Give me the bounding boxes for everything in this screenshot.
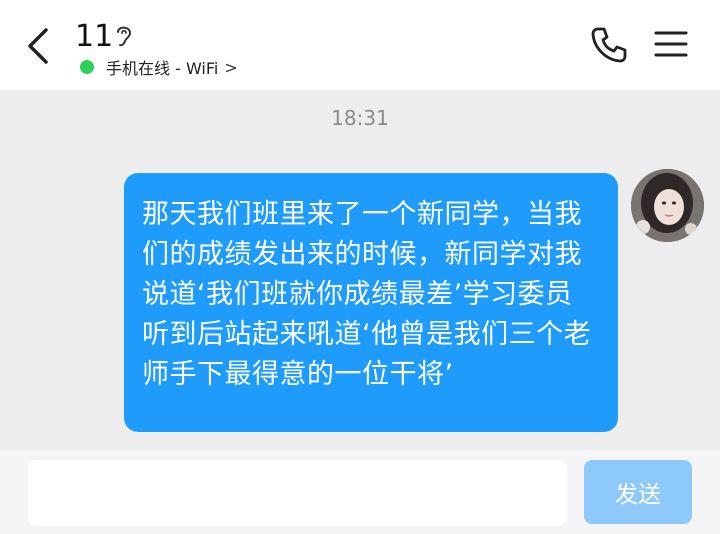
composer-bar: 发送 xyxy=(0,450,720,534)
status-chevron-icon: > xyxy=(224,57,238,77)
message-input[interactable] xyxy=(28,460,567,526)
phone-icon[interactable] xyxy=(588,24,630,66)
online-status-text: 手机在线 - WiFi xyxy=(106,59,219,78)
online-status[interactable]: 手机在线 - WiFi > xyxy=(80,56,238,78)
online-dot-icon xyxy=(80,60,94,74)
avatar[interactable] xyxy=(631,169,704,242)
message-timestamp: 18:31 xyxy=(331,106,389,130)
avatar-photo xyxy=(631,169,704,242)
contact-name[interactable]: 11 xyxy=(75,18,113,56)
send-button[interactable]: 发送 xyxy=(584,460,692,524)
message-bubble[interactable]: 那天我们班里来了一个新同学，当我们的成绩发出来的时候，新同学对我说道‘我们班就你… xyxy=(124,173,618,432)
ear-icon[interactable] xyxy=(113,22,135,50)
chat-header: 11 手机在线 - WiFi > xyxy=(0,0,720,90)
chevron-left-icon[interactable] xyxy=(22,26,56,66)
menu-icon[interactable] xyxy=(654,30,688,58)
